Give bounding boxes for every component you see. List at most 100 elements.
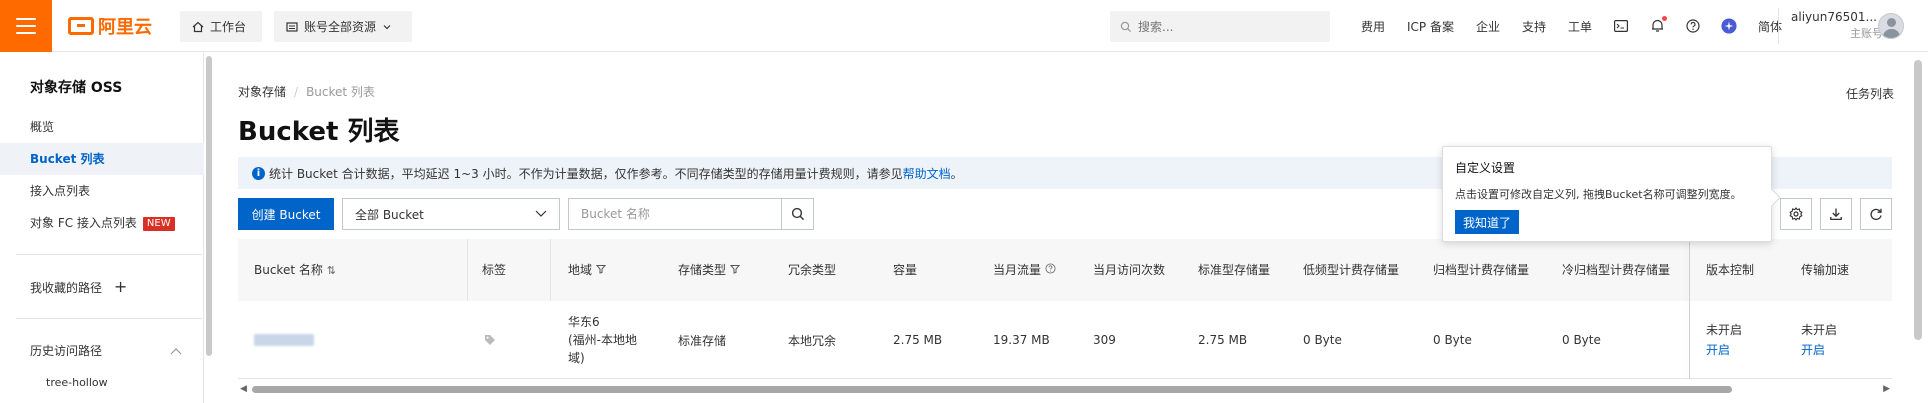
notice-end: 。	[950, 166, 963, 181]
menu-icon[interactable]	[0, 0, 52, 52]
archive-storage-cell: 0 Byte	[1433, 333, 1472, 347]
scroll-right-icon[interactable]: ▶	[1883, 383, 1890, 395]
col-redundancy: 冗余类型	[788, 263, 837, 277]
scroll-left-icon[interactable]: ◀	[240, 383, 247, 395]
info-icon: i	[252, 166, 265, 180]
workbench-button[interactable]: 工作台	[180, 11, 262, 42]
sidebar-scrollbar[interactable]	[206, 56, 212, 356]
sidebar-divider	[16, 254, 202, 255]
sort-icon[interactable]: ⇅	[327, 264, 336, 277]
breadcrumb-root[interactable]: 对象存储	[238, 85, 286, 99]
bucket-name-cell	[254, 301, 314, 379]
sidebar-item-label: 接入点列表	[30, 184, 91, 198]
enterprise-link[interactable]: 企业	[1476, 18, 1500, 35]
favorites-label: 我收藏的路径	[30, 281, 103, 295]
table-row: 华东6 (福州-本地地 域) 标准存储 本地冗余 2.75 MB 19.37 M…	[238, 301, 1892, 379]
enable-versioning-link[interactable]: 开启	[1706, 340, 1742, 360]
download-button[interactable]	[1820, 198, 1852, 230]
bucket-table: Bucket 名称 ⇅ 标签 地域 存储类型 冗余类型 容量 当月流量 当月访问…	[238, 239, 1892, 379]
page-scrollbar[interactable]	[1914, 60, 1922, 340]
new-badge: NEW	[142, 216, 175, 231]
search-icon	[1120, 21, 1132, 32]
chevron-up-icon[interactable]	[170, 347, 182, 355]
enable-acceleration-link[interactable]: 开启	[1801, 340, 1837, 360]
user-name: aliyun76501...	[1791, 10, 1877, 24]
header-label: 存储类型	[678, 263, 727, 277]
history-label: 历史访问路径	[30, 344, 103, 358]
user-menu[interactable]: aliyun76501... 主账号	[1778, 8, 1928, 44]
col-monthly-visits: 当月访问次数	[1093, 263, 1166, 277]
chevron-down-icon	[383, 24, 391, 29]
bell-icon[interactable]	[1649, 16, 1668, 34]
col-cold-archive-storage: 冷归档型计费存储量	[1562, 263, 1671, 277]
sidebar-item-fc-access-points[interactable]: 对象 FC 接入点列表 NEW	[0, 207, 204, 239]
user-role: 主账号	[1850, 27, 1883, 40]
scrollbar-thumb[interactable]	[252, 386, 1732, 393]
help-icon[interactable]	[1685, 18, 1701, 34]
global-search[interactable]	[1110, 11, 1330, 42]
search-button[interactable]	[781, 199, 813, 229]
notice-text: 统计 Bucket 合计数据，平均延迟 1~3 小时。不作为计量数据，仅作参考。…	[269, 166, 903, 181]
task-list-link[interactable]: 任务列表	[1846, 85, 1894, 102]
sidebar-title: 对象存储 OSS	[30, 80, 123, 96]
sidebar-item-bucket-list[interactable]: Bucket 列表	[0, 143, 204, 175]
history-item[interactable]: tree-hollow	[0, 367, 204, 399]
ticket-link[interactable]: 工单	[1568, 18, 1592, 35]
avatar[interactable]	[1878, 13, 1904, 39]
ia-storage-cell: 0 Byte	[1303, 333, 1342, 347]
column-divider[interactable]	[467, 239, 468, 301]
sidebar-favorites[interactable]: 我收藏的路径 +	[0, 271, 204, 303]
region-line: (福州-本地地	[568, 333, 638, 347]
resources-label: 账号全部资源	[304, 20, 377, 34]
redundancy-cell: 本地冗余	[788, 333, 837, 348]
cold-archive-cell: 0 Byte	[1562, 333, 1601, 347]
sidebar-item-label: 对象 FC 接入点列表	[30, 216, 137, 230]
sidebar: 对象存储 OSS 概览 Bucket 列表 接入点列表 对象 FC 接入点列表 N…	[0, 53, 204, 403]
acceleration-status: 未开启	[1801, 323, 1838, 337]
col-bucket-name[interactable]: Bucket 名称 ⇅	[254, 239, 336, 301]
history-item-label: tree-hollow	[46, 376, 108, 389]
bucket-name-search	[568, 198, 814, 230]
bucket-name-link[interactable]	[254, 334, 314, 346]
bucket-name-input[interactable]	[569, 199, 781, 229]
support-link[interactable]: 支持	[1522, 18, 1546, 35]
aliyun-logo[interactable]: 阿里云	[68, 14, 152, 38]
add-icon[interactable]: +	[114, 277, 127, 296]
col-ia-storage: 低频型计费存储量	[1303, 263, 1400, 277]
icp-link[interactable]: ICP 备案	[1407, 18, 1454, 35]
filter-icon[interactable]	[729, 264, 740, 274]
settings-button[interactable]	[1780, 198, 1812, 230]
sidebar-divider	[16, 318, 202, 319]
tag-icon[interactable]	[484, 334, 496, 346]
col-storage-type: 存储类型	[678, 239, 740, 301]
terminal-icon[interactable]	[1613, 18, 1629, 34]
ai-assistant-icon[interactable]	[1721, 18, 1737, 34]
help-icon[interactable]	[1045, 263, 1056, 274]
create-bucket-button[interactable]: 创建 Bucket	[238, 198, 334, 230]
sidebar-item-overview[interactable]: 概览	[0, 111, 204, 143]
col-region: 地域	[568, 239, 606, 301]
horizontal-scrollbar[interactable]: ◀ ▶	[238, 383, 1892, 395]
popover-text: 点击设置可修改自定义列, 拖拽Bucket名称可调整列宽度。	[1455, 188, 1742, 201]
help-doc-link[interactable]: 帮助文档	[903, 165, 951, 182]
region-cell: 华东6 (福州-本地地 域)	[568, 301, 637, 379]
column-divider[interactable]	[550, 239, 551, 301]
logo-mark-icon	[68, 17, 94, 35]
popover-title: 自定义设置	[1455, 161, 1516, 175]
visits-cell: 309	[1093, 333, 1116, 347]
traffic-cell: 19.37 MB	[993, 333, 1050, 347]
filter-icon[interactable]	[595, 264, 606, 274]
region-line: 华东6	[568, 315, 600, 329]
sidebar-item-access-points[interactable]: 接入点列表	[0, 175, 204, 207]
sidebar-history[interactable]: 历史访问路径	[0, 335, 204, 367]
search-input[interactable]	[1138, 19, 1308, 34]
versioning-status: 未开启	[1706, 323, 1743, 337]
refresh-button[interactable]	[1860, 198, 1892, 230]
billing-link[interactable]: 费用	[1361, 18, 1385, 35]
standard-storage-cell: 2.75 MB	[1198, 333, 1248, 347]
resources-dropdown[interactable]: 账号全部资源	[274, 11, 412, 42]
breadcrumb-current: Bucket 列表	[306, 85, 375, 99]
bucket-filter-select[interactable]: 全部 Bucket	[342, 198, 560, 230]
col-standard-storage: 标准型存储量	[1198, 263, 1271, 277]
got-it-button[interactable]: 我知道了	[1455, 210, 1520, 234]
